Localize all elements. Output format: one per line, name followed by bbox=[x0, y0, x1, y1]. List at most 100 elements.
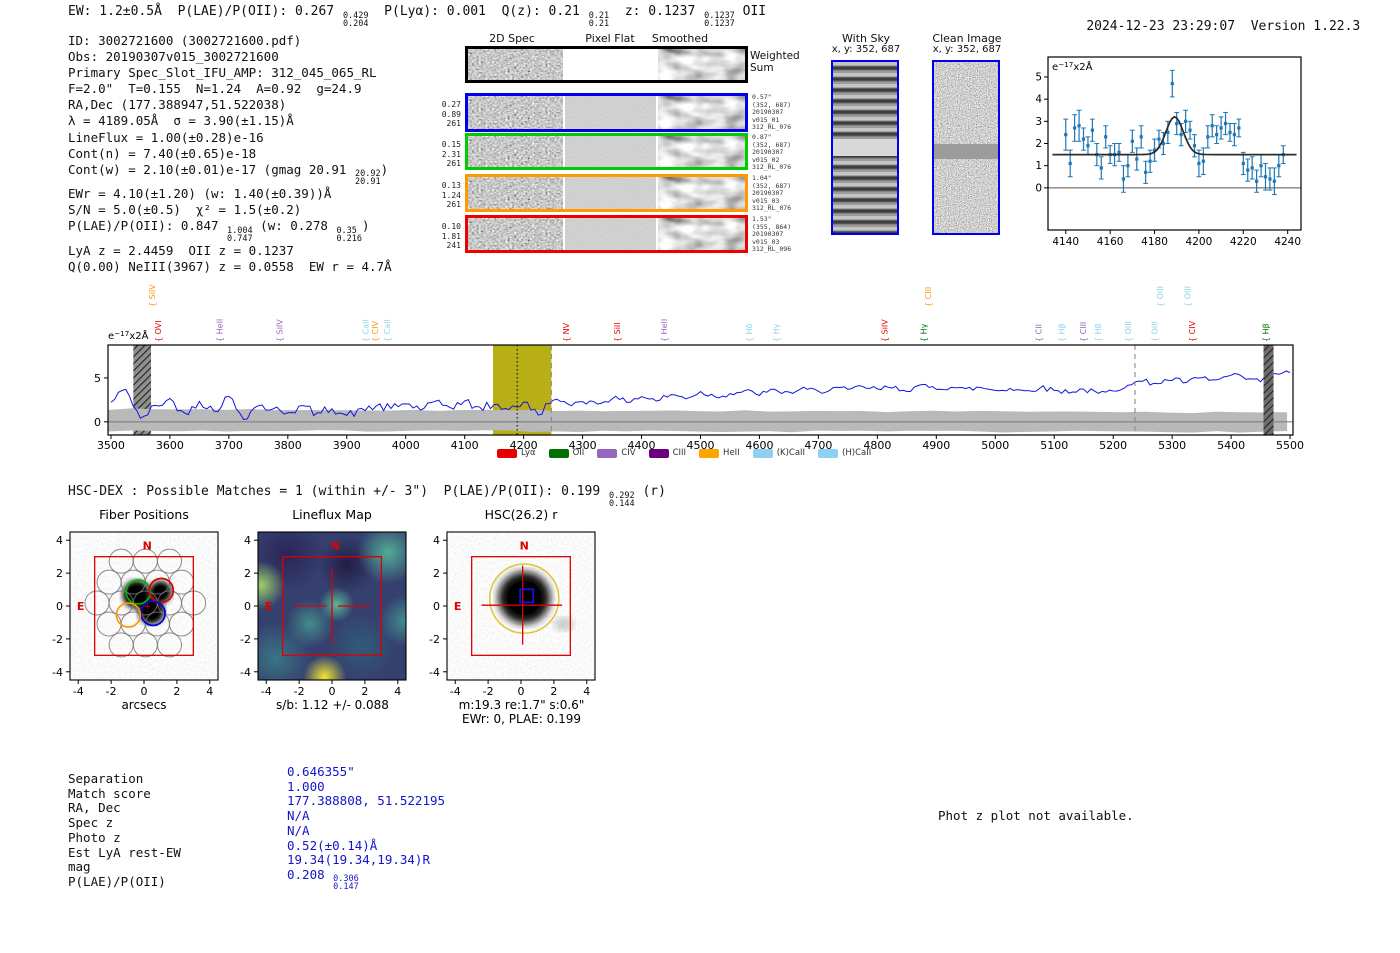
match-row-value: N/A bbox=[287, 822, 310, 838]
svg-text:-2: -2 bbox=[240, 633, 251, 646]
svg-text:4: 4 bbox=[56, 534, 63, 547]
match-row-value: 0.208 0.306 0.147 bbox=[287, 866, 359, 893]
spec2d-cell bbox=[468, 218, 563, 250]
compass-north-label: N bbox=[331, 539, 340, 552]
svg-text:0: 0 bbox=[141, 685, 148, 698]
spec2d-row bbox=[465, 174, 748, 212]
svg-text:2: 2 bbox=[173, 685, 180, 698]
svg-text:-2: -2 bbox=[429, 633, 440, 646]
svg-text:5: 5 bbox=[94, 372, 101, 385]
spectral-line-label: { CIII bbox=[924, 287, 933, 307]
lineflux-map-title: Lineflux Map bbox=[292, 507, 372, 522]
legend-swatch bbox=[699, 448, 720, 458]
svg-text:4160: 4160 bbox=[1097, 236, 1124, 248]
spectrum-legend: Lyα OII CIV CIII HeII (K)CaII (H)CaII bbox=[497, 448, 871, 458]
spectral-line-label: { SiIV bbox=[148, 284, 157, 307]
match-row-label: mag bbox=[68, 859, 91, 875]
svg-text:0: 0 bbox=[518, 685, 525, 698]
svg-text:-4: -4 bbox=[73, 685, 84, 698]
elixer-report-page: EW: 1.2±0.5Å P(LAE)/P(OII): 0.267 0.429 0… bbox=[0, 0, 1400, 953]
info-line: Obs: 20190307v015_3002721600 bbox=[68, 49, 279, 65]
hi-lo-uncertainty: 20.92 20.91 bbox=[354, 169, 381, 188]
hsc-cutout-plot: N E -4 -4 -2 -2 0 0 2 2 4 4 bbox=[429, 531, 596, 698]
svg-text:3: 3 bbox=[1035, 116, 1042, 128]
svg-text:5200: 5200 bbox=[1099, 439, 1127, 452]
compass-east-label: E bbox=[454, 600, 462, 613]
svg-text:0: 0 bbox=[1035, 182, 1042, 194]
clean-gray-band bbox=[934, 144, 998, 160]
svg-text:-4: -4 bbox=[52, 666, 63, 679]
svg-text:0: 0 bbox=[329, 685, 336, 698]
legend-swatch bbox=[752, 448, 773, 458]
legend-swatch bbox=[548, 448, 569, 458]
spec2d-cell bbox=[468, 49, 563, 80]
info-line: P(LAE)/P(OII): 0.847 1.004 0.747 (w: 0.27… bbox=[68, 218, 370, 244]
svg-text:2: 2 bbox=[244, 567, 251, 580]
svg-text:5400: 5400 bbox=[1217, 439, 1245, 452]
spec2d-cell bbox=[468, 136, 563, 167]
match-row-value: 177.388808, 51.522195 bbox=[287, 793, 446, 809]
spec2d-cell bbox=[468, 96, 563, 129]
info-line: Cont(n) = 7.40(±0.65)e-18 bbox=[68, 145, 257, 161]
fiber-weight-labels: 0.15 2.31 261 bbox=[441, 140, 461, 168]
spectral-line-label: { SiII bbox=[613, 322, 622, 342]
spec2d-row bbox=[465, 46, 748, 83]
svg-text:-4: -4 bbox=[261, 685, 272, 698]
svg-text:4140: 4140 bbox=[1052, 236, 1079, 248]
spectral-line-label: { CaII bbox=[383, 319, 392, 342]
lineflux-xlabel: s/b: 1.12 +/- 0.088 bbox=[276, 698, 389, 712]
spec2d-cell bbox=[658, 136, 745, 167]
compass-east-label: E bbox=[265, 600, 273, 613]
fiber-id-labels: 1.53" (355, 864) 20190307 v015_03 312_RL_096 bbox=[752, 215, 792, 254]
summary-header: EW: 1.2±0.5Å P(LAE)/P(OII): 0.267 0.429 0… bbox=[68, 4, 767, 29]
spectral-line-label: { Hγ bbox=[772, 323, 781, 342]
spectral-line-label: { OIII bbox=[1156, 286, 1165, 307]
spectral-line-label: { HeII bbox=[660, 319, 669, 342]
compass-north-label: N bbox=[143, 539, 152, 552]
full-spectrum-plot: 3500 3600 3700 3800 3900 4000 4100 4200 4300 4400… bbox=[94, 284, 1304, 452]
fiber-positions-title: Fiber Positions bbox=[99, 507, 189, 522]
spec2d-cell bbox=[565, 177, 656, 209]
col-header-smoothed: Smoothed bbox=[651, 32, 709, 45]
version-text: Version 1.22.3 bbox=[1250, 19, 1361, 34]
svg-text:3900: 3900 bbox=[333, 439, 361, 452]
svg-text:0: 0 bbox=[244, 600, 251, 613]
svg-text:4180: 4180 bbox=[1141, 236, 1168, 248]
match-row-label: RA, Dec bbox=[68, 800, 121, 816]
fiber-id-labels: 0.57" (352, 687) 20190307 v015_01 312_RL_076 bbox=[752, 93, 792, 132]
spec2d-cell bbox=[468, 177, 563, 209]
svg-text:4: 4 bbox=[1035, 94, 1042, 106]
hi-lo-uncertainty: 0.306 0.147 bbox=[333, 874, 359, 893]
svg-text:4000: 4000 bbox=[392, 439, 420, 452]
spectral-line-label: { OVI bbox=[154, 320, 163, 342]
legend-item: OII bbox=[548, 448, 584, 458]
svg-text:3500: 3500 bbox=[97, 439, 125, 452]
match-row-label: Match score bbox=[68, 785, 151, 801]
hsc-xlabel-1: m:19.3 re:1.7" s:0.6" bbox=[458, 698, 585, 712]
spectral-line-label: { OIII bbox=[1183, 286, 1192, 307]
spectral-line-label: { CIII bbox=[1079, 322, 1088, 342]
svg-text:1: 1 bbox=[1035, 160, 1042, 172]
svg-text:4100: 4100 bbox=[451, 439, 479, 452]
spec2d-row bbox=[465, 215, 748, 253]
svg-text:2: 2 bbox=[433, 567, 440, 580]
legend-swatch bbox=[818, 448, 839, 458]
svg-text:4: 4 bbox=[394, 685, 401, 698]
svg-text:-4: -4 bbox=[450, 685, 461, 698]
svg-text:-4: -4 bbox=[240, 666, 251, 679]
match-row-value: 19.34(19.34,19.34)R bbox=[287, 852, 430, 868]
svg-text:4: 4 bbox=[206, 685, 213, 698]
spectral-line-label: { SiIV bbox=[880, 319, 889, 342]
svg-text:4220: 4220 bbox=[1230, 236, 1257, 248]
detection-info-block: ID: 3002721600 (3002721600.pdf) Obs: 2019… bbox=[68, 33, 392, 275]
spectral-line-label: { OIII bbox=[1150, 321, 1159, 342]
hi-lo-uncertainty: 0.21 0.21 bbox=[588, 10, 610, 29]
spectral-line-label: { H8 bbox=[1094, 323, 1103, 342]
svg-text:0: 0 bbox=[433, 600, 440, 613]
spec2d-cell bbox=[565, 96, 656, 129]
svg-text:4: 4 bbox=[433, 534, 440, 547]
svg-text:3600: 3600 bbox=[156, 439, 184, 452]
svg-text:0: 0 bbox=[56, 600, 63, 613]
fiber-id-labels: 1.04" (352, 687) 20190307 v015_03 312_RL_076 bbox=[752, 174, 792, 213]
clean-image bbox=[932, 60, 1000, 235]
